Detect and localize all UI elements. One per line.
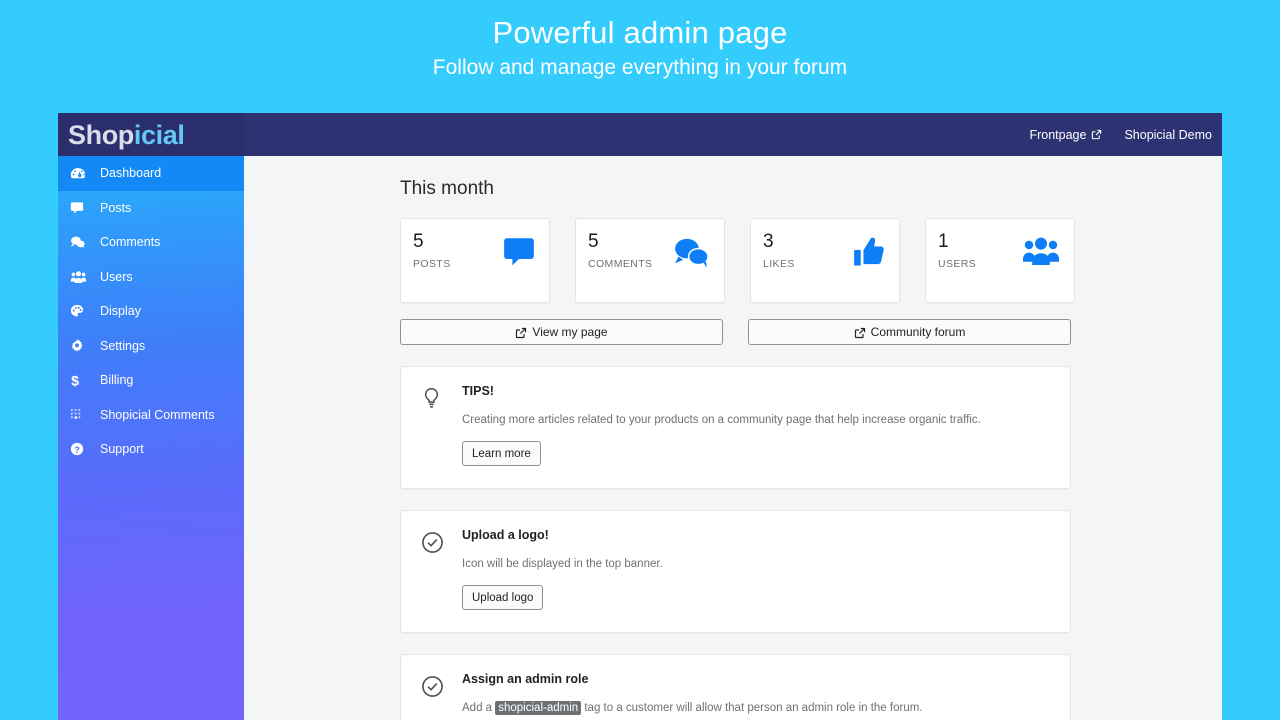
stat-label: COMMENTS [588, 258, 653, 270]
sidebar-item-display[interactable]: Display [58, 294, 244, 329]
question-circle-icon: ? [70, 441, 92, 457]
sidebar-item-dashboard[interactable]: Dashboard [58, 156, 244, 191]
top-bar: Shopicial Frontpage Shopicial Demo [58, 113, 1222, 156]
card-description: Add a shopicial-admin tag to a customer … [462, 700, 1050, 716]
actions-row: View my page Community forum [400, 319, 1115, 345]
lightbulb-icon [421, 384, 445, 466]
stat-label: LIKES [763, 258, 795, 270]
external-link-icon [1091, 129, 1102, 140]
top-nav: Frontpage Shopicial Demo [1029, 113, 1222, 156]
card-desc-prefix: Add a [462, 702, 496, 714]
card-title: Upload a logo! [462, 528, 549, 542]
sidebar-item-users[interactable]: Users [58, 260, 244, 295]
logo[interactable]: Shopicial [58, 113, 244, 156]
sidebar-item-comments[interactable]: Comments [58, 225, 244, 260]
card-description: Creating more articles related to your p… [462, 412, 1050, 428]
topnav-account-label: Shopicial Demo [1124, 127, 1212, 142]
sidebar-item-label: Dashboard [100, 166, 162, 181]
stat-card-comments: 5 COMMENTS [575, 218, 725, 303]
users-icon [1021, 235, 1061, 272]
thumbs-up-icon [852, 235, 886, 274]
sidebar-item-billing[interactable]: $ Billing [58, 363, 244, 398]
learn-more-label: Learn more [472, 447, 531, 460]
check-circle-icon [421, 672, 445, 720]
sidebar-item-label: Display [100, 304, 141, 319]
sidebar-item-shopicial-comments[interactable]: Shopicial Comments [58, 398, 244, 433]
sidebar: Dashboard Posts Comments Users Display S… [58, 156, 244, 720]
sidebar-item-label: Settings [100, 338, 146, 353]
stat-label: USERS [938, 258, 977, 270]
sidebar-item-label: Comments [100, 235, 161, 250]
sidebar-item-settings[interactable]: Settings [58, 329, 244, 364]
card-desc-text: Creating more articles related to your p… [462, 414, 981, 426]
stat-value: 1 [938, 231, 949, 252]
stat-card-likes: 3 LIKES [750, 218, 900, 303]
upload-logo-button[interactable]: Upload logo [462, 585, 544, 610]
dollar-icon: $ [70, 372, 92, 388]
palette-icon [70, 303, 92, 319]
topnav-frontpage[interactable]: Frontpage [1029, 128, 1102, 142]
external-link-icon [854, 327, 865, 338]
sidebar-item-label: Billing [100, 373, 134, 388]
stat-card-users: 1 USERS [925, 218, 1075, 303]
sidebar-item-label: Support [100, 442, 144, 457]
community-forum-label: Community forum [870, 325, 966, 339]
tips-card: TIPS! Creating more articles related to … [400, 366, 1071, 489]
topnav-frontpage-label: Frontpage [1029, 127, 1087, 142]
tachometer-icon [70, 165, 92, 181]
card-description: Icon will be displayed in the top banner… [462, 556, 1050, 572]
community-forum-button[interactable]: Community forum [748, 319, 1071, 345]
comment-icon [502, 235, 536, 274]
comment-icon [70, 200, 92, 216]
admin-tag-highlight: shopicial-admin [495, 701, 582, 715]
promo-title: Powerful admin page [492, 15, 788, 50]
comments-icon [70, 234, 92, 250]
stat-card-posts: 5 POSTS [400, 218, 550, 303]
promo-header: Powerful admin page Follow and manage ev… [0, 0, 1280, 113]
card-title: TIPS! [462, 384, 494, 398]
logo-text-secondary: icial [133, 119, 185, 150]
sidebar-item-label: Posts [100, 200, 132, 215]
check-circle-icon [421, 528, 445, 610]
upload-logo-label: Upload logo [472, 591, 534, 604]
svg-text:$: $ [71, 373, 79, 388]
stats-row: 5 POSTS 5 COMMENTS 3 LIKES 1 USERS [400, 218, 1115, 303]
learn-more-button[interactable]: Learn more [462, 441, 541, 466]
assign-admin-role-card: Assign an admin role Add a shopicial-adm… [400, 654, 1071, 720]
stat-value: 5 [588, 231, 599, 252]
promo-subtitle: Follow and manage everything in your for… [432, 56, 848, 79]
svg-text:?: ? [74, 445, 79, 455]
view-my-page-label: View my page [532, 325, 608, 339]
users-icon [70, 269, 92, 285]
sidebar-item-label: Shopicial Comments [100, 407, 215, 422]
gear-icon [70, 338, 92, 354]
stat-label: POSTS [413, 258, 451, 270]
comments-icon [673, 235, 711, 274]
view-my-page-button[interactable]: View my page [400, 319, 723, 345]
admin-app-window: Shopicial Frontpage Shopicial Demo Dashb… [58, 113, 1222, 720]
external-link-icon [515, 327, 527, 338]
topnav-account[interactable]: Shopicial Demo [1124, 128, 1212, 142]
stat-value: 5 [413, 231, 424, 252]
sidebar-item-support[interactable]: ? Support [58, 432, 244, 467]
sidebar-item-posts[interactable]: Posts [58, 191, 244, 226]
sidebar-item-label: Users [100, 269, 133, 284]
card-desc-text: Icon will be displayed in the top banner… [462, 558, 663, 570]
stat-value: 3 [763, 231, 774, 252]
logo-text-primary: Shop [68, 119, 134, 150]
grid-icon [70, 407, 92, 423]
card-title: Assign an admin role [462, 672, 589, 686]
upload-logo-card: Upload a logo! Icon will be displayed in… [400, 510, 1071, 633]
main-content: This month 5 POSTS 5 COMMENTS 3 LIKES 1 … [244, 156, 1222, 720]
card-desc-suffix: tag to a customer will allow that person… [581, 702, 923, 714]
page-title: This month [400, 178, 494, 199]
